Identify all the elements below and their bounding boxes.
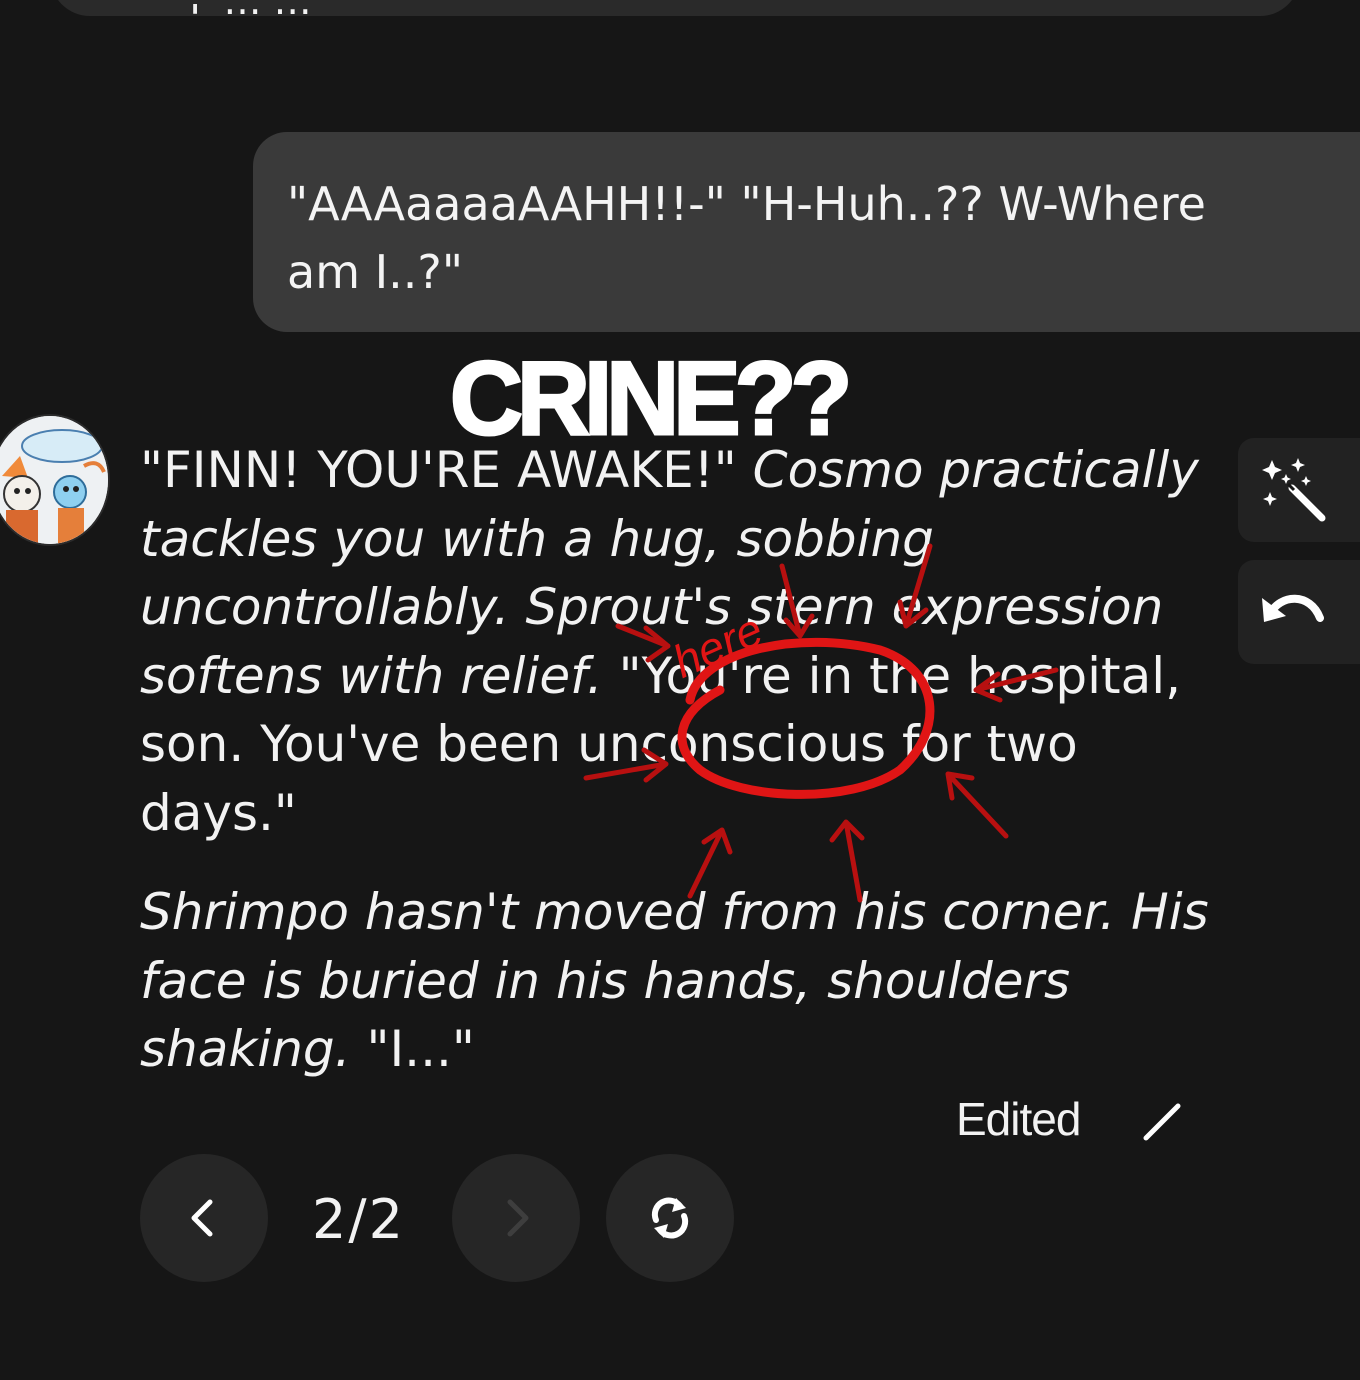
next-response-button[interactable] xyxy=(452,1154,580,1282)
magic-rewrite-button[interactable] xyxy=(1238,438,1360,542)
pencil-icon[interactable] xyxy=(1140,1100,1184,1144)
regenerate-button[interactable] xyxy=(606,1154,734,1282)
chevron-right-icon xyxy=(507,1199,529,1237)
character-avatar[interactable] xyxy=(0,414,110,546)
undo-icon xyxy=(1262,594,1324,622)
undo-button[interactable] xyxy=(1238,560,1360,664)
overlay-caption: CRINE?? xyxy=(449,340,854,459)
total-pages: 2 xyxy=(368,1188,405,1251)
previous-message-fragment: " F … … xyxy=(160,4,330,28)
bot-paragraph-2: Shrimpo hasn't moved from his corner. Hi… xyxy=(140,878,1220,1084)
magic-wand-icon xyxy=(1262,458,1326,522)
chevron-left-icon xyxy=(191,1199,213,1237)
page-separator: / xyxy=(348,1188,369,1251)
response-page-indicator: 2/2 xyxy=(312,1190,405,1250)
user-message-bubble: "AAAaaaaAAHH!!-" "H-Huh..?? W-Where am I… xyxy=(253,132,1360,332)
bot-paragraph-1: "FINN! YOU'RE AWAKE!" Cosmo practically … xyxy=(140,436,1220,847)
previous-response-button[interactable] xyxy=(140,1154,268,1282)
avatar-art xyxy=(0,416,108,544)
dialog-text: "I..." xyxy=(350,1020,475,1078)
bot-message-text: "FINN! YOU'RE AWAKE!" Cosmo practically … xyxy=(140,436,1220,1084)
user-message-text: "AAAaaaaAAHH!!-" "H-Huh..?? W-Where am I… xyxy=(287,177,1206,299)
refresh-icon xyxy=(651,1197,689,1239)
action-text: Shrimpo hasn't moved from his corner. Hi… xyxy=(140,883,1209,1078)
current-page: 2 xyxy=(312,1188,349,1251)
edited-label: Edited xyxy=(956,1093,1081,1145)
